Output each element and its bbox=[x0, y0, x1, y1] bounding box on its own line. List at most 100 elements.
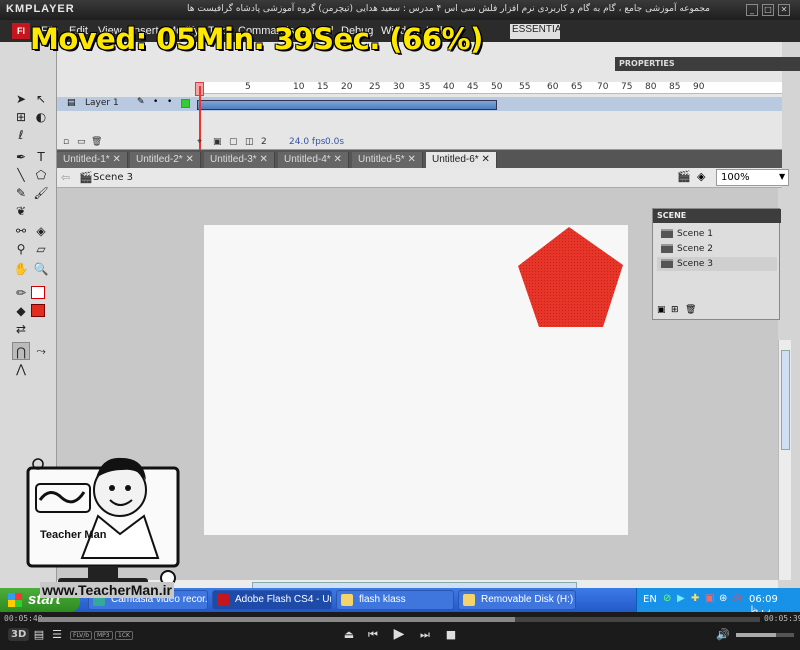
line-tool-icon[interactable]: ╲ bbox=[12, 166, 30, 184]
onion-outline-icon[interactable]: ▢ bbox=[229, 137, 238, 147]
brush-tool-icon[interactable]: 🖌 bbox=[32, 184, 50, 202]
selection-tool-icon[interactable]: ➤ bbox=[12, 90, 30, 108]
properties-panel-header[interactable]: PROPERTIES bbox=[615, 57, 800, 71]
fill-color-icon[interactable]: ◆ bbox=[12, 302, 30, 320]
duplicate-scene-icon[interactable]: ▣ bbox=[657, 305, 666, 315]
smooth-icon[interactable]: ⤳ bbox=[32, 342, 50, 360]
tray-icon[interactable]: ◎ bbox=[733, 593, 742, 604]
frame-rate[interactable]: 24.0 fps bbox=[289, 137, 325, 147]
frame-number: 5 bbox=[245, 82, 251, 92]
hand-tool-icon[interactable]: ✋ bbox=[12, 260, 30, 278]
menu-icon[interactable]: ▤ bbox=[32, 628, 46, 641]
tray-icon[interactable]: ✚ bbox=[691, 593, 699, 604]
language-indicator[interactable]: EN bbox=[643, 594, 657, 605]
paint-bucket-icon[interactable]: ◈ bbox=[32, 222, 50, 240]
new-folder-icon[interactable]: ▭ bbox=[77, 137, 86, 147]
seek-bar[interactable] bbox=[38, 617, 760, 622]
elapsed-seconds: 0.0s bbox=[325, 137, 345, 147]
pentagon-shape[interactable] bbox=[516, 225, 626, 330]
tray-icon[interactable]: ⊛ bbox=[719, 593, 727, 604]
close-icon[interactable]: ✕ bbox=[778, 4, 790, 16]
stroke-color-swatch[interactable] bbox=[31, 286, 45, 299]
play-icon[interactable]: ▶ bbox=[392, 626, 406, 642]
lock-dot-icon[interactable]: • bbox=[167, 97, 172, 107]
audio-badge: MP3 bbox=[94, 631, 113, 640]
tab-untitled-3[interactable]: Untitled-3* ✕ bbox=[204, 152, 275, 168]
volume-slider[interactable] bbox=[736, 633, 794, 637]
fill-color-swatch[interactable] bbox=[31, 304, 45, 317]
text-tool-icon[interactable]: T bbox=[32, 148, 50, 166]
player-caption: مجموعه آموزشی جامع ، گام به گام و کاربرد… bbox=[186, 4, 710, 14]
frame-number: 65 bbox=[571, 82, 583, 92]
lasso-tool-icon[interactable]: ℓ bbox=[12, 126, 30, 144]
center-frame-icon[interactable]: ⌖ bbox=[197, 137, 202, 147]
eraser-tool-icon[interactable]: ▱ bbox=[32, 240, 50, 258]
bone-tool-icon[interactable]: ⚯ bbox=[12, 222, 30, 240]
task-flash[interactable]: Adobe Flash CS4 - Un... bbox=[212, 590, 332, 610]
previous-icon[interactable]: ⏮ bbox=[366, 628, 380, 642]
new-layer-icon[interactable]: ▫ bbox=[63, 137, 69, 147]
tab-untitled-2[interactable]: Untitled-2* ✕ bbox=[130, 152, 201, 168]
playlist-icon[interactable]: ☰ bbox=[50, 628, 64, 641]
tab-untitled-5[interactable]: Untitled-5* ✕ bbox=[352, 152, 423, 168]
edit-multiple-icon[interactable]: ◫ bbox=[245, 137, 254, 147]
frame-number: 45 bbox=[467, 82, 479, 92]
edit-scene-icon[interactable]: 🎬 bbox=[677, 170, 691, 183]
scene-item[interactable]: Scene 2 bbox=[657, 242, 777, 256]
frame-number: 30 bbox=[393, 82, 405, 92]
flash-logo-icon: Fl bbox=[12, 23, 30, 39]
3d-rotation-icon[interactable]: ◐ bbox=[32, 108, 50, 126]
polygon-tool-icon[interactable]: ⬠ bbox=[32, 166, 50, 184]
add-scene-icon[interactable]: ⊞ bbox=[671, 305, 679, 315]
tab-untitled-6[interactable]: Untitled-6* ✕ bbox=[426, 152, 497, 168]
3d-mode-badge[interactable]: 3D bbox=[8, 628, 30, 641]
tween-span[interactable] bbox=[197, 100, 497, 110]
delete-scene-icon[interactable]: 🗑 bbox=[685, 305, 696, 315]
free-transform-icon[interactable]: ⊞ bbox=[12, 108, 30, 126]
seek-progress bbox=[38, 617, 515, 622]
scene-panel-header[interactable]: SCENE bbox=[653, 209, 781, 223]
stage-canvas[interactable] bbox=[204, 225, 628, 535]
frame-number: 25 bbox=[369, 82, 381, 92]
swap-colors-icon[interactable]: ⇄ bbox=[12, 320, 30, 338]
stop-icon[interactable]: ■ bbox=[444, 628, 458, 641]
scene-item[interactable]: Scene 1 bbox=[657, 227, 777, 241]
frame-number: 40 bbox=[443, 82, 455, 92]
pen-tool-icon[interactable]: ✒ bbox=[12, 148, 30, 166]
workspace-switcher[interactable]: ESSENTIALS bbox=[510, 24, 560, 39]
next-icon[interactable]: ⏭ bbox=[418, 628, 432, 642]
tray-icon[interactable]: ▣ bbox=[705, 593, 714, 604]
tab-untitled-1[interactable]: Untitled-1* ✕ bbox=[57, 152, 128, 168]
task-flash-klass[interactable]: flash klass bbox=[336, 590, 454, 610]
pencil-tool-icon[interactable]: ✎ bbox=[12, 184, 30, 202]
frame-number: 80 bbox=[645, 82, 657, 92]
maximize-icon[interactable]: □ bbox=[762, 4, 774, 16]
outline-color-icon[interactable] bbox=[181, 99, 190, 108]
volume-icon[interactable]: 🔊 bbox=[716, 628, 730, 641]
scene-item-selected[interactable]: Scene 3 bbox=[657, 257, 777, 271]
back-arrow-icon[interactable]: ⇦ bbox=[61, 171, 70, 184]
subselection-tool-icon[interactable]: ↖ bbox=[32, 90, 50, 108]
tray-icon[interactable]: ⊘ bbox=[663, 593, 671, 604]
vertical-scrollbar[interactable] bbox=[778, 340, 791, 580]
eyedropper-icon[interactable]: ⚲ bbox=[12, 240, 30, 258]
straighten-icon[interactable]: ⋀ bbox=[12, 360, 30, 378]
edit-symbols-icon[interactable]: ◈ bbox=[697, 170, 705, 183]
zoom-tool-icon[interactable]: 🔍 bbox=[32, 260, 50, 278]
visibility-dot-icon[interactable]: • bbox=[153, 97, 158, 107]
tab-untitled-4[interactable]: Untitled-4* ✕ bbox=[278, 152, 349, 168]
onion-skin-icon[interactable]: ▣ bbox=[213, 137, 222, 147]
layer-name[interactable]: Layer 1 bbox=[85, 98, 119, 108]
vertical-scroll-thumb[interactable] bbox=[781, 350, 790, 450]
minimize-icon[interactable]: _ bbox=[746, 4, 758, 16]
frame-number: 60 bbox=[547, 82, 559, 92]
stroke-color-icon[interactable]: ✏ bbox=[12, 284, 30, 302]
task-removable-disk[interactable]: Removable Disk (H:) bbox=[458, 590, 576, 610]
snap-magnet-icon[interactable]: ⋂ bbox=[12, 342, 30, 360]
deco-tool-icon[interactable]: ❦ bbox=[12, 202, 30, 220]
chevron-down-icon[interactable]: ▼ bbox=[779, 172, 785, 181]
tray-icon[interactable]: ▶ bbox=[677, 593, 685, 604]
eject-icon[interactable]: ⏏ bbox=[342, 628, 356, 641]
delete-layer-icon[interactable]: 🗑 bbox=[91, 137, 102, 147]
clapper-icon bbox=[661, 244, 673, 253]
